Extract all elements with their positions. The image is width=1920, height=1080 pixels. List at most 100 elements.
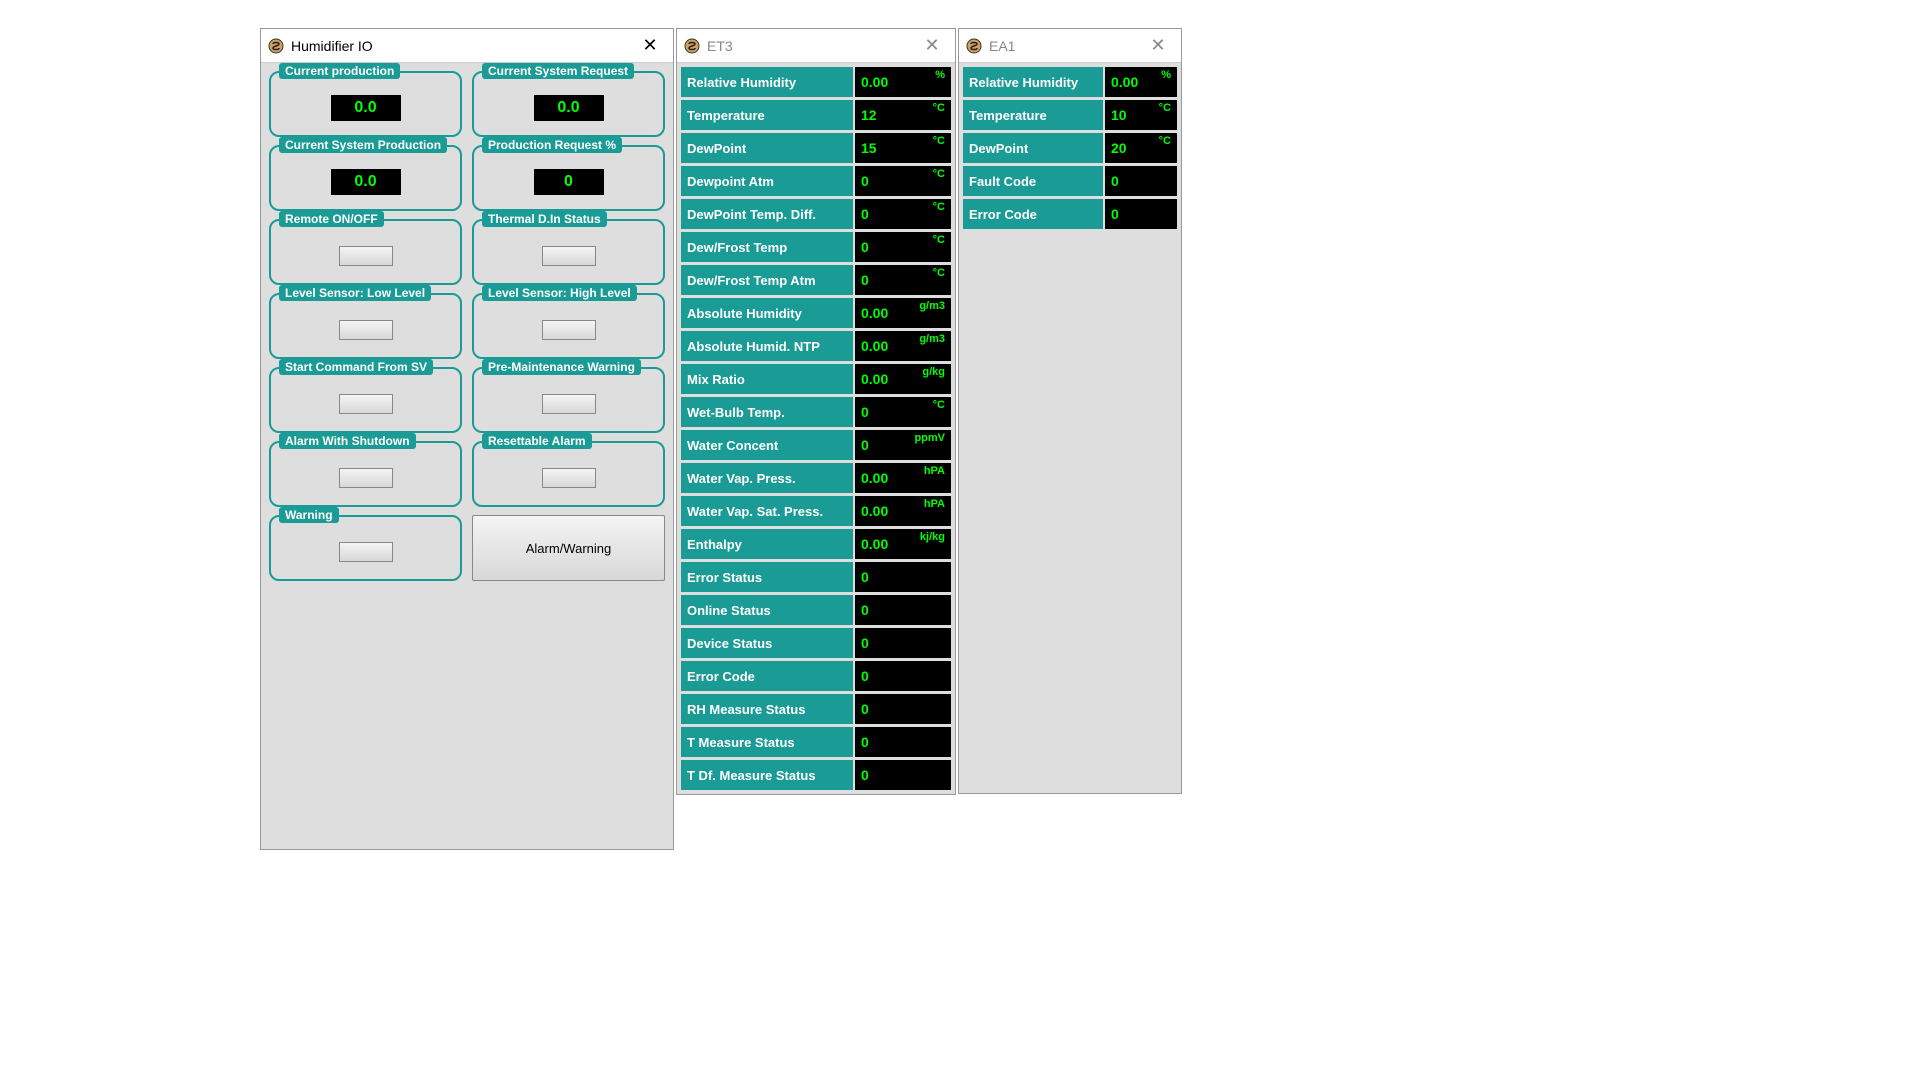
data-row: Device Status0 (681, 628, 951, 658)
tile-level-sensor-low: Level Sensor: Low Level (269, 293, 462, 359)
app-icon (267, 37, 285, 55)
row-label: T Measure Status (681, 727, 853, 757)
tile-legend: Level Sensor: High Level (482, 285, 637, 301)
tile-level-sensor-high: Level Sensor: High Level (472, 293, 665, 359)
tile-legend: Current production (279, 63, 400, 79)
row-value: 0.00hPA (855, 463, 951, 493)
row-label: Error Status (681, 562, 853, 592)
tile-legend: Current System Request (482, 63, 634, 79)
data-row: Dew/Frost Temp0°C (681, 232, 951, 262)
row-value: 0°C (855, 199, 951, 229)
row-value: 0.00% (1105, 67, 1177, 97)
tile-legend: Current System Production (279, 137, 447, 153)
data-row: Fault Code0 (963, 166, 1177, 196)
row-value: 0 (855, 694, 951, 724)
data-row: T Measure Status0 (681, 727, 951, 757)
tile-legend: Production Request % (482, 137, 622, 153)
row-unit: hPA (924, 465, 945, 477)
row-value: 0.00% (855, 67, 951, 97)
humidifier-empty-area (261, 589, 673, 849)
row-value: 0 (1105, 199, 1177, 229)
row-value: 0 (855, 661, 951, 691)
tile-current-system-production: Current System Production 0.0 (269, 145, 462, 211)
row-value: 0 (855, 628, 951, 658)
tile-legend: Remote ON/OFF (279, 211, 384, 227)
window-ea1: EA1 ✕ Relative Humidity0.00%Temperature1… (958, 28, 1182, 794)
tile-current-system-request: Current System Request 0.0 (472, 71, 665, 137)
row-label: Water Concent (681, 430, 853, 460)
row-label: Temperature (681, 100, 853, 130)
row-label: Enthalpy (681, 529, 853, 559)
data-row: DewPoint20°C (963, 133, 1177, 163)
data-row: Enthalpy0.00kj/kg (681, 529, 951, 559)
indicator-warning[interactable] (339, 542, 393, 562)
titlebar-et3[interactable]: ET3 ✕ (677, 29, 955, 63)
indicator-level-sensor-low[interactable] (339, 320, 393, 340)
tile-legend: Level Sensor: Low Level (279, 285, 431, 301)
row-label: DewPoint (963, 133, 1103, 163)
indicator-resettable-alarm[interactable] (542, 468, 596, 488)
row-label: Water Vap. Press. (681, 463, 853, 493)
data-row: Dew/Frost Temp Atm0°C (681, 265, 951, 295)
readout-current-system-request: 0.0 (534, 95, 604, 121)
row-value: 0°C (855, 232, 951, 262)
row-value: 0.00g/m3 (855, 298, 951, 328)
app-icon (683, 37, 701, 55)
tile-production-request-pct: Production Request % 0 (472, 145, 665, 211)
toggle-remote-on-off[interactable] (339, 246, 393, 266)
row-label: Relative Humidity (681, 67, 853, 97)
data-row: Absolute Humid. NTP0.00g/m3 (681, 331, 951, 361)
row-value: 0 (855, 727, 951, 757)
toggle-thermal-din-status[interactable] (542, 246, 596, 266)
row-unit: °C (933, 135, 945, 147)
row-unit: kj/kg (920, 531, 945, 543)
readout-production-request-pct: 0 (534, 169, 604, 195)
indicator-alarm-with-shutdown[interactable] (339, 468, 393, 488)
row-unit: g/m3 (919, 300, 945, 312)
row-value: 0ppmV (855, 430, 951, 460)
row-label: Mix Ratio (681, 364, 853, 394)
row-label: DewPoint Temp. Diff. (681, 199, 853, 229)
data-row: Temperature12°C (681, 100, 951, 130)
app-icon (965, 37, 983, 55)
data-row: Water Vap. Sat. Press.0.00hPA (681, 496, 951, 526)
row-value: 0 (855, 562, 951, 592)
row-label: Fault Code (963, 166, 1103, 196)
indicator-level-sensor-high[interactable] (542, 320, 596, 340)
titlebar-ea1[interactable]: EA1 ✕ (959, 29, 1181, 63)
row-label: T Df. Measure Status (681, 760, 853, 790)
window-humidifier-io: Humidifier IO ✕ Current production 0.0 C… (260, 28, 674, 850)
tile-pre-maintenance-warning: Pre-Maintenance Warning (472, 367, 665, 433)
row-label: DewPoint (681, 133, 853, 163)
row-unit: g/kg (922, 366, 945, 378)
alarm-warning-button[interactable]: Alarm/Warning (472, 515, 665, 581)
row-unit: °C (1159, 102, 1171, 114)
data-row: DewPoint Temp. Diff.0°C (681, 199, 951, 229)
titlebar-humidifier[interactable]: Humidifier IO ✕ (261, 29, 673, 63)
close-icon[interactable]: ✕ (1141, 31, 1175, 61)
row-unit: °C (933, 201, 945, 213)
tile-legend: Start Command From SV (279, 359, 433, 375)
row-value: 15°C (855, 133, 951, 163)
tile-legend: Resettable Alarm (482, 433, 592, 449)
window-et3: ET3 ✕ Relative Humidity0.00%Temperature1… (676, 28, 956, 795)
row-label: Online Status (681, 595, 853, 625)
data-row: RH Measure Status0 (681, 694, 951, 724)
close-icon[interactable]: ✕ (915, 31, 949, 61)
row-value: 0°C (855, 397, 951, 427)
row-value: 0°C (855, 265, 951, 295)
close-icon[interactable]: ✕ (633, 31, 667, 61)
row-label: Wet-Bulb Temp. (681, 397, 853, 427)
data-row: Water Concent0ppmV (681, 430, 951, 460)
row-unit: °C (933, 234, 945, 246)
row-unit: hPA (924, 498, 945, 510)
tile-start-command-from-sv: Start Command From SV (269, 367, 462, 433)
toggle-start-command-from-sv[interactable] (339, 394, 393, 414)
tile-remote-on-off: Remote ON/OFF (269, 219, 462, 285)
row-unit: °C (933, 168, 945, 180)
row-value: 0.00kj/kg (855, 529, 951, 559)
et3-body: Relative Humidity0.00%Temperature12°CDew… (677, 63, 955, 794)
indicator-pre-maintenance-warning[interactable] (542, 394, 596, 414)
window-title: ET3 (707, 38, 909, 54)
row-value: 0 (855, 595, 951, 625)
